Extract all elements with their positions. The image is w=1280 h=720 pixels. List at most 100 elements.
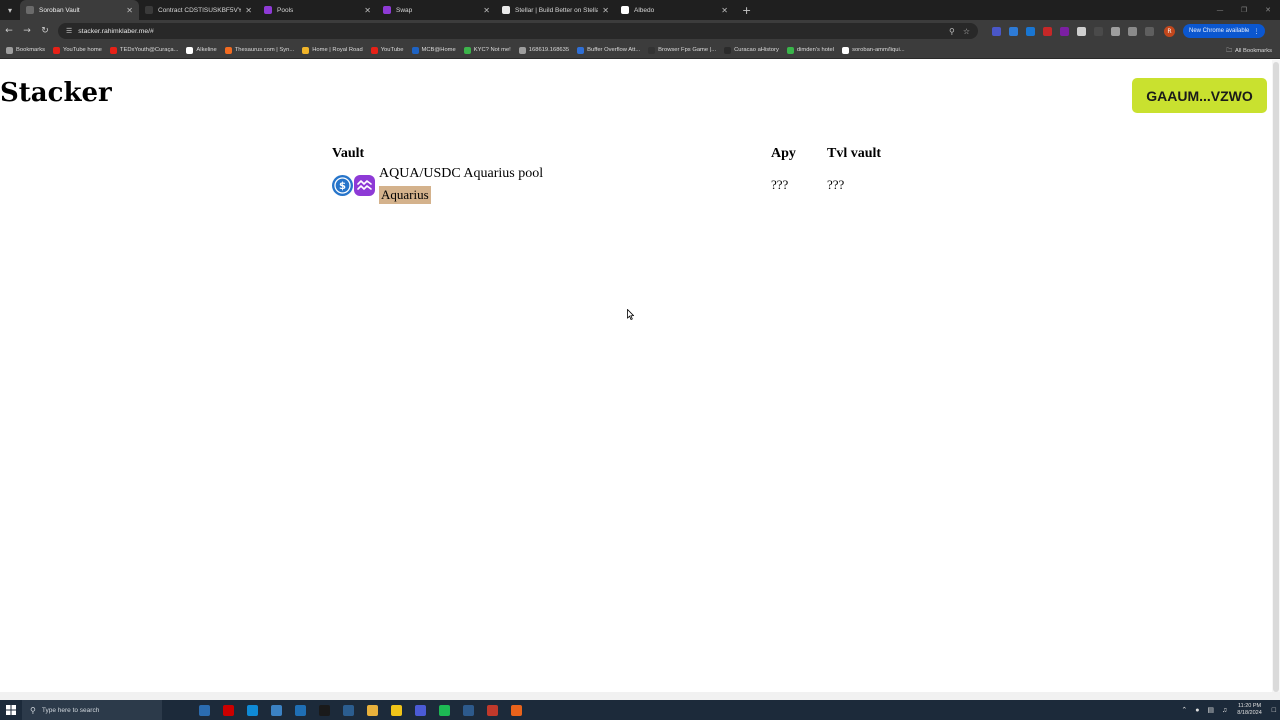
tab-close-icon[interactable]: ✕ [245,6,252,15]
back-icon[interactable]: ← [0,20,18,42]
bookmark-item[interactable]: Alkeline [186,46,217,54]
extension-icon[interactable] [992,26,1001,36]
maximize-icon[interactable]: ❐ [1232,0,1256,20]
usdc-token-icon: $ [332,175,353,196]
protocol-badge: Aquarius [379,186,431,204]
bookmark-item[interactable]: Curacao aHistory [724,46,779,54]
page-scrollbar[interactable] [1272,60,1280,700]
taskbar-app-icon[interactable] [222,704,234,716]
mouse-cursor-icon [627,309,634,320]
shield-extension-icon[interactable] [1026,26,1035,36]
all-bookmarks-button[interactable]: 🗀 All Bookmarks [1226,42,1272,59]
site-info-icon[interactable]: ☰ [66,27,72,35]
pool-name[interactable]: AQUA/USDC Aquarius pool [379,166,543,182]
bookmark-item[interactable]: YouTube home [53,46,102,54]
taskbar-app-icon[interactable] [198,704,210,716]
vault-row[interactable]: $ AQUA/USDC Aquarius pool Aquarius ??? ?… [332,166,932,206]
bookmark-favicon-icon [724,46,732,54]
bookmark-favicon-icon [109,46,117,54]
address-bar[interactable]: ☰ stacker.rahimklaber.me/# ⚲ ☆ [58,23,978,39]
bookmark-item[interactable]: 168619.168635 [518,46,569,54]
tab-close-icon[interactable]: ✕ [602,6,609,15]
bookmark-item[interactable]: KYC? Not me! [463,46,511,54]
site-title: Stacker [0,78,112,108]
extension-icon[interactable] [1077,26,1086,36]
reload-icon[interactable]: ↻ [36,20,54,42]
bookmark-item[interactable]: dimden's hotel [786,46,834,54]
taskbar-app-icon[interactable] [390,704,402,716]
taskbar-app-icon[interactable] [438,704,450,716]
scrollbar-thumb[interactable] [1273,62,1279,692]
taskbar-app-icon[interactable] [366,704,378,716]
tab-search-icon[interactable]: ▾ [0,0,20,20]
browser-tab[interactable]: Swap ✕ [377,0,496,20]
minimize-icon[interactable]: — [1208,0,1232,20]
side-panel-icon[interactable] [1145,26,1154,36]
browser-tab[interactable]: Stellar | Build Better on Stellar... ✕ [496,0,615,20]
network-icon[interactable]: ▤ [1207,706,1214,714]
bookmark-item[interactable]: YouTube [370,46,404,54]
zoom-icon[interactable]: ⚲ [949,27,955,36]
address-url[interactable]: stacker.rahimklaber.me/# [78,28,941,35]
horizontal-scrollbar[interactable] [0,692,1280,700]
bookmark-item[interactable]: Browser Fps Game |... [648,46,716,54]
tab-close-icon[interactable]: ✕ [126,6,133,15]
bookmark-favicon-icon [302,46,310,54]
taskbar-app-icon[interactable] [414,704,426,716]
bookmark-star-icon[interactable]: ☆ [963,27,970,36]
wallet-address-button[interactable]: GAAUM...VZWO [1132,78,1267,113]
browser-tab[interactable]: Soroban Vault ✕ [20,0,139,20]
volume-icon[interactable]: ♫ [1222,707,1227,714]
search-icon: ⚲ [30,705,36,715]
taskbar-search-box[interactable]: ⚲ Type here to search [22,700,162,720]
extension-icon[interactable] [1009,26,1018,36]
tab-title: Swap [396,6,413,14]
browser-tab[interactable]: Pools ✕ [258,0,377,20]
tab-close-icon[interactable]: ✕ [364,6,371,15]
tab-title: Pools [277,6,294,14]
notifications-icon[interactable]: □ [1272,707,1276,714]
close-window-icon[interactable]: ✕ [1256,0,1280,20]
bookmark-item[interactable]: Thesaurus.com | Syn... [224,46,294,54]
tab-favicon-icon [26,6,34,14]
windows-start-icon[interactable] [0,700,22,720]
taskbar-app-icon[interactable] [342,704,354,716]
extension-icon[interactable] [1060,26,1069,36]
forward-icon[interactable]: → [18,20,36,42]
clock-time: 11:20 PM [1237,703,1262,709]
bookmark-item[interactable]: Bookmarks [6,46,45,54]
bookmark-item[interactable]: Buffer Overflow Att... [577,46,640,54]
tab-close-icon[interactable]: ✕ [483,6,490,15]
bookmark-label: Home | Royal Road [312,47,363,53]
header-apy: Apy [771,146,796,161]
extensions-puzzle-icon[interactable] [1111,26,1120,36]
extension-icon[interactable] [1043,26,1052,36]
profile-avatar[interactable]: R [1164,25,1175,37]
taskbar-clock[interactable]: 11:20 PM 8/18/2024 [1237,703,1261,717]
taskbar-apps [192,704,528,716]
bookmark-item[interactable]: TEDxYouth@Curaça... [109,46,178,54]
chevron-up-icon[interactable]: ⌃ [1181,706,1187,714]
taskbar-app-icon[interactable] [270,704,282,716]
bookmark-item[interactable]: MCB@Home [411,46,456,54]
bookmark-item[interactable]: Home | Royal Road [302,46,363,54]
bookmarks-bar: Bookmarks YouTube home TEDxYouth@Curaça...… [0,42,1280,59]
extension-icon[interactable] [1094,26,1103,36]
new-tab-button[interactable]: + [742,4,751,17]
browser-tab[interactable]: Albedo ✕ [615,0,734,20]
bookmark-item[interactable]: soroban-amm/liqui... [842,46,905,54]
media-control-icon[interactable] [1128,26,1137,36]
extensions-area [988,26,1158,36]
browser-tab[interactable]: Contract CDSTISUSKBF5VYITY...✕ [139,0,258,20]
bookmark-label: soroban-amm/liqui... [852,47,905,53]
tab-close-icon[interactable]: ✕ [721,6,728,15]
taskbar-app-icon[interactable] [462,704,474,716]
window-controls: — ❐ ✕ [1208,0,1280,20]
microphone-icon[interactable]: ● [1195,707,1199,714]
taskbar-app-icon[interactable] [510,704,522,716]
new-chrome-available-button[interactable]: New Chrome available ⋮ [1183,24,1266,38]
taskbar-app-icon[interactable] [294,704,306,716]
taskbar-app-icon[interactable] [246,704,258,716]
taskbar-app-icon[interactable] [486,704,498,716]
taskbar-app-icon[interactable] [318,704,330,716]
